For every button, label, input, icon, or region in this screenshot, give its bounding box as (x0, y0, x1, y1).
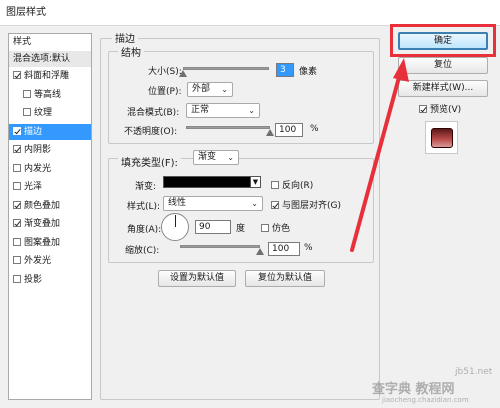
watermark-site1: jb51.net (455, 367, 493, 377)
annotation-arrow-icon (350, 58, 409, 252)
watermark-site3: jiaocheng.chazidian.com (382, 396, 469, 404)
watermark-site2: 查字典 教程网 (372, 382, 455, 397)
